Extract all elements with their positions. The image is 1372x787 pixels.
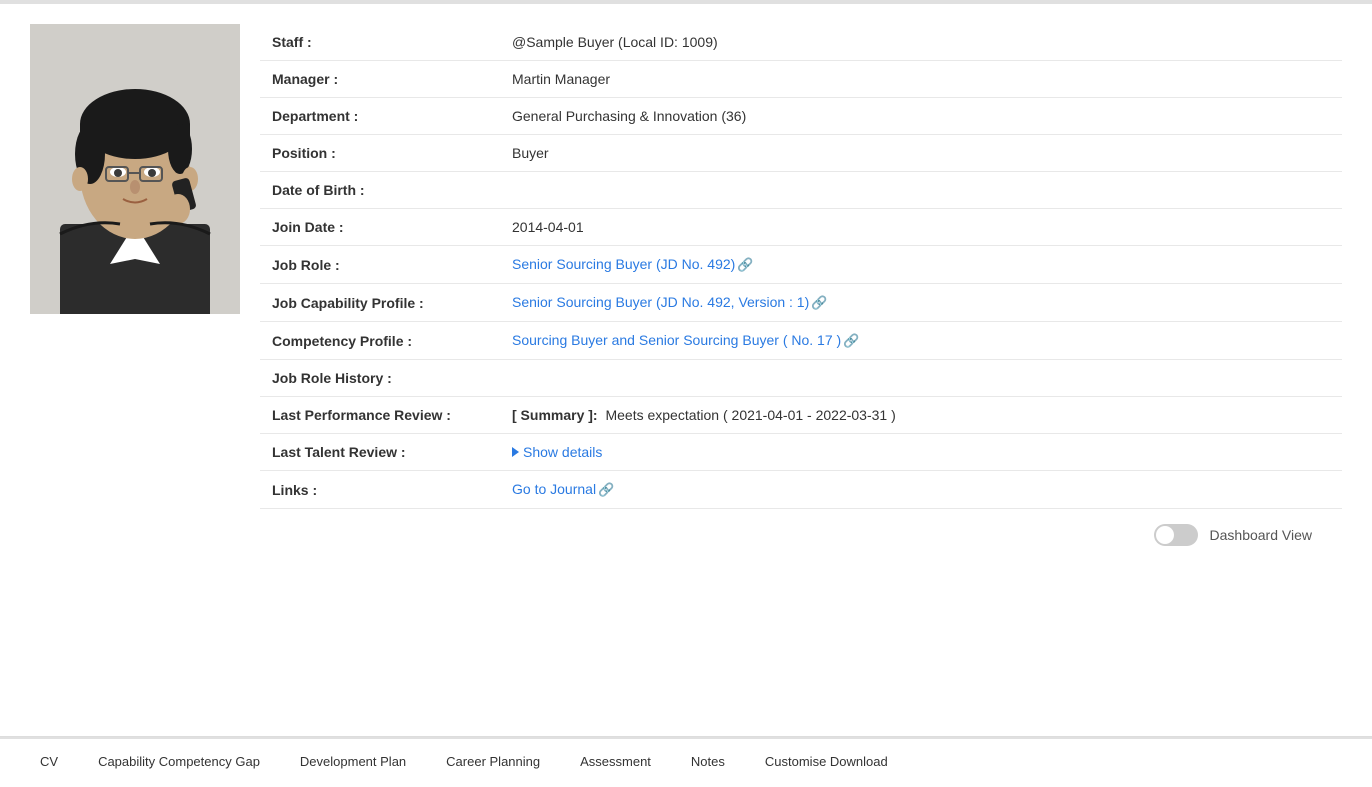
job-role-value: Senior Sourcing Buyer (JD No. 492)🔗	[500, 246, 1342, 284]
department-value: General Purchasing & Innovation (36)	[500, 98, 1342, 135]
job-role-history-value	[500, 360, 1342, 397]
last-perf-label: Last Performance Review :	[260, 397, 500, 434]
job-role-label: Job Role :	[260, 246, 500, 284]
job-cap-row: Job Capability Profile : Senior Sourcing…	[260, 284, 1342, 322]
links-label: Links :	[260, 471, 500, 509]
competency-label: Competency Profile :	[260, 322, 500, 360]
profile-section: Staff : @Sample Buyer (Local ID: 1009) M…	[30, 24, 1342, 509]
main-content: Staff : @Sample Buyer (Local ID: 1009) M…	[0, 4, 1372, 737]
dob-label: Date of Birth :	[260, 172, 500, 209]
dashboard-label: Dashboard View	[1210, 527, 1312, 543]
page-wrapper: Staff : @Sample Buyer (Local ID: 1009) M…	[0, 0, 1372, 787]
nav-item-capability[interactable]: Capability Competency Gap	[78, 740, 280, 786]
job-role-history-row: Job Role History :	[260, 360, 1342, 397]
nav-item-customise[interactable]: Customise Download	[745, 740, 908, 786]
go-to-journal-link[interactable]: Go to Journal🔗	[512, 481, 614, 497]
dob-value	[500, 172, 1342, 209]
show-details-button[interactable]: Show details	[512, 444, 602, 460]
chain-icon-4: 🔗	[598, 482, 614, 498]
dashboard-toggle[interactable]	[1154, 524, 1198, 546]
manager-value: Martin Manager	[500, 61, 1342, 98]
talent-review-row: Last Talent Review : Show details	[260, 434, 1342, 471]
talent-review-label: Last Talent Review :	[260, 434, 500, 471]
position-value: Buyer	[500, 135, 1342, 172]
info-table: Staff : @Sample Buyer (Local ID: 1009) M…	[260, 24, 1342, 509]
last-perf-value: [ Summary ]: Meets expectation ( 2021-04…	[500, 397, 1342, 434]
competency-row: Competency Profile : Sourcing Buyer and …	[260, 322, 1342, 360]
chain-icon-2: 🔗	[811, 295, 827, 311]
nav-item-career[interactable]: Career Planning	[426, 740, 560, 786]
nav-item-assessment[interactable]: Assessment	[560, 740, 671, 786]
nav-item-notes[interactable]: Notes	[671, 740, 745, 786]
join-date-row: Join Date : 2014-04-01	[260, 209, 1342, 246]
chain-icon: 🔗	[737, 257, 753, 273]
competency-link[interactable]: Sourcing Buyer and Senior Sourcing Buyer…	[512, 332, 859, 348]
links-value: Go to Journal🔗	[500, 471, 1342, 509]
manager-row: Manager : Martin Manager	[260, 61, 1342, 98]
nav-item-development[interactable]: Development Plan	[280, 740, 426, 786]
staff-value: @Sample Buyer (Local ID: 1009)	[500, 24, 1342, 61]
dob-row: Date of Birth :	[260, 172, 1342, 209]
join-date-value: 2014-04-01	[500, 209, 1342, 246]
job-cap-link[interactable]: Senior Sourcing Buyer (JD No. 492, Versi…	[512, 294, 827, 310]
staff-row: Staff : @Sample Buyer (Local ID: 1009)	[260, 24, 1342, 61]
last-perf-row: Last Performance Review : [ Summary ]: M…	[260, 397, 1342, 434]
staff-label: Staff :	[260, 24, 500, 61]
job-role-link[interactable]: Senior Sourcing Buyer (JD No. 492)🔗	[512, 256, 754, 272]
avatar	[30, 24, 240, 314]
links-row: Links : Go to Journal🔗	[260, 471, 1342, 509]
job-cap-value: Senior Sourcing Buyer (JD No. 492, Versi…	[500, 284, 1342, 322]
competency-value: Sourcing Buyer and Senior Sourcing Buyer…	[500, 322, 1342, 360]
dashboard-row: Dashboard View	[30, 509, 1342, 561]
bottom-nav: CV Capability Competency Gap Development…	[0, 737, 1372, 787]
nav-item-cv[interactable]: CV	[20, 740, 78, 786]
chain-icon-3: 🔗	[843, 333, 859, 349]
job-cap-label: Job Capability Profile :	[260, 284, 500, 322]
position-row: Position : Buyer	[260, 135, 1342, 172]
arrow-right-icon	[512, 447, 519, 457]
join-date-label: Join Date :	[260, 209, 500, 246]
summary-text: Meets expectation ( 2021-04-01 - 2022-03…	[605, 407, 895, 423]
department-row: Department : General Purchasing & Innova…	[260, 98, 1342, 135]
department-label: Department :	[260, 98, 500, 135]
talent-review-value: Show details	[500, 434, 1342, 471]
job-role-history-label: Job Role History :	[260, 360, 500, 397]
manager-label: Manager :	[260, 61, 500, 98]
position-label: Position :	[260, 135, 500, 172]
summary-bracket: [ Summary ]:	[512, 407, 598, 423]
job-role-row: Job Role : Senior Sourcing Buyer (JD No.…	[260, 246, 1342, 284]
